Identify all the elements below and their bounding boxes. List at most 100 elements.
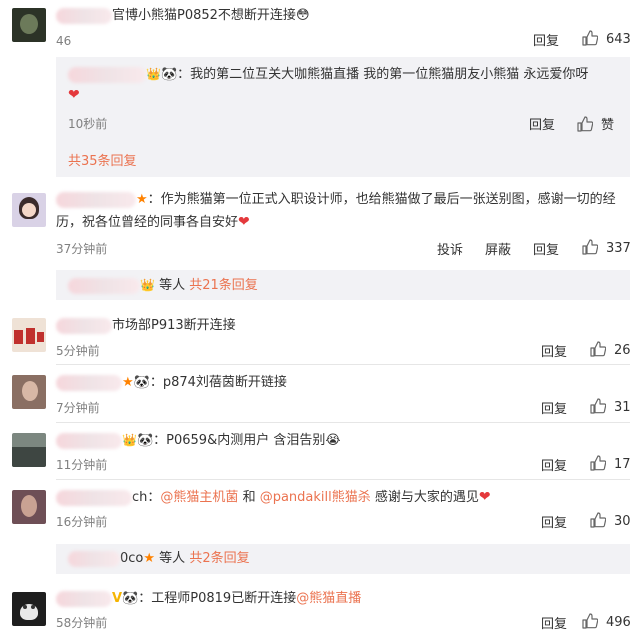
reply-summary: 👑 等人 共21条回复 [56,270,630,300]
like-button[interactable]: 496 [582,613,631,630]
heart-icon: ❤ [238,214,250,230]
verified-badge-icon: V [112,591,123,606]
emoji-icon: 😭 [325,433,341,448]
thumbs-up-icon [590,341,606,357]
comment-text: 官博小熊猫P0852不想断开连接 [112,8,296,23]
star-badge-icon: ★ [136,192,148,207]
panda-badge-icon: 🐼 [122,591,139,606]
comment-body: 官博小熊猫P0852不想断开连接😳 [56,6,310,26]
star-badge-icon: ★ [143,551,156,566]
divider [56,422,630,423]
thumbs-up-icon [590,512,606,528]
username-blurred[interactable] [56,374,122,391]
comment-text: 历，祝各位曾经的同事各自安好 [56,215,239,230]
comment-text: 工程师P0819已断开连接 [151,591,297,606]
mention-link[interactable]: @熊猫主机菌 [160,490,238,505]
like-button[interactable]: 643 [582,30,631,47]
username-blurred[interactable] [56,432,122,449]
comment-body-line2: 历，祝各位曾经的同事各自安好❤ [56,212,250,233]
heart-icon: ❤ [478,489,491,505]
crown-icon: 👑 [122,433,137,447]
comment-body: ch：@熊猫主机菌 和 @pandakill熊猫杀 感谢与大家的遇见❤ [56,487,491,508]
report-button[interactable]: 投诉 [437,239,463,258]
like-count: 643 [606,32,631,47]
username-blurred[interactable] [56,590,112,607]
thumbs-up-icon [582,239,598,255]
thumbs-up-icon [582,613,598,629]
mention-link[interactable]: @熊猫直播 [296,591,361,606]
like-label: 赞 [601,118,615,133]
username-tail: ch [132,490,148,505]
reply-button[interactable]: 回复 [529,114,555,133]
reply-summary-body: 0co★ 等人 共2条回复 [68,549,250,569]
avatar[interactable] [12,592,46,626]
like-count: 496 [606,615,631,630]
comment-time: 16分钟前 [56,515,108,529]
comment-text: P0659&内测用户 含泪告别 [166,433,326,448]
thumbs-up-icon [590,455,606,471]
reply-button[interactable]: 回复 [541,613,567,632]
username-blurred[interactable] [68,277,140,294]
comment-text: 市场部P913断开连接 [112,318,236,333]
reply-button[interactable]: 回复 [541,455,567,474]
comment-body: V🐼：工程师P0819已断开连接@熊猫直播 [56,589,361,609]
more-replies-link[interactable]: 共21条回复 [189,278,258,293]
panda-badge-icon: 🐼 [133,375,150,390]
comment-text: 作为熊猫第一位正式入职设计师，也给熊猫做了最后一张送别图，感谢一切的经 [160,192,616,207]
like-button[interactable]: 31 [590,398,631,415]
reply-button[interactable]: 回复 [541,398,567,417]
username-blurred[interactable] [56,489,132,506]
emoji-icon: 😳 [295,8,310,23]
reply-button[interactable]: 回复 [533,30,559,49]
avatar[interactable] [12,318,46,352]
avatar[interactable] [12,375,46,409]
comment-body: 市场部P913断开连接 [56,316,236,336]
avatar[interactable] [12,490,46,524]
username-blurred[interactable] [56,7,112,24]
username-blurred[interactable] [68,550,120,567]
comment-text: p874刘蓓茵断开链接 [162,375,287,390]
avatar[interactable] [12,433,46,467]
like-button[interactable]: 337 [582,239,631,256]
comment-time: 11分钟前 [56,458,108,472]
block-button[interactable]: 屏蔽 [485,239,511,258]
reply-thread: 👑🐼：我的第二位互关大咖熊猫直播 我的第一位熊猫朋友小熊猫 永远爱你呀 ❤ 10… [56,57,630,177]
thumbs-up-icon [590,398,606,414]
like-count: 30 [614,514,631,529]
panda-badge-icon: 🐼 [160,67,178,82]
avatar[interactable] [12,193,46,227]
reply-button[interactable]: 回复 [541,512,567,531]
sub-reply-time: 10秒前 [68,117,108,131]
mention-link[interactable]: @pandakill熊猫杀 [260,490,371,505]
like-count: 31 [614,400,631,415]
divider [56,364,630,365]
comment-body: 👑🐼：P0659&内测用户 含泪告别😭 [56,430,341,451]
comment-time: 37分钟前 [56,242,108,256]
star-badge-icon: ★ [122,375,134,390]
username-blurred[interactable] [68,66,146,83]
comment-body: ★：作为熊猫第一位正式入职设计师，也给熊猫做了最后一张送别图，感谢一切的经 [56,190,616,210]
sub-reply-body: 👑🐼：我的第二位互关大咖熊猫直播 我的第一位熊猫朋友小熊猫 永远爱你呀 [68,64,588,85]
reply-summary-body: 👑 等人 共21条回复 [68,275,258,296]
like-button[interactable]: 17 [590,455,631,472]
comment-text: 感谢与大家的遇见 [374,490,479,505]
comment-time: 58分钟前 [56,616,108,630]
like-button[interactable]: 赞 [577,114,614,133]
like-count: 26 [614,343,631,358]
comment-time: 46 [56,34,72,48]
username-blurred[interactable] [56,317,112,334]
reply-button[interactable]: 回复 [533,239,559,258]
sub-reply-text: 我的第二位互关大咖熊猫直播 我的第一位熊猫朋友小熊猫 永远爱你呀 [190,67,589,82]
more-replies-link[interactable]: 共2条回复 [189,551,249,566]
comment-time: 5分钟前 [56,344,100,358]
like-button[interactable]: 30 [590,512,631,529]
more-replies-link[interactable]: 共35条回复 [68,150,137,169]
conjunction: 和 [242,490,256,505]
username-blurred[interactable] [56,191,136,208]
reply-button[interactable]: 回复 [541,341,567,360]
like-count: 17 [614,457,631,472]
thumbs-up-icon [577,116,593,132]
like-button[interactable]: 26 [590,341,631,358]
reply-summary: 0co★ 等人 共2条回复 [56,544,630,574]
avatar[interactable] [12,8,46,42]
